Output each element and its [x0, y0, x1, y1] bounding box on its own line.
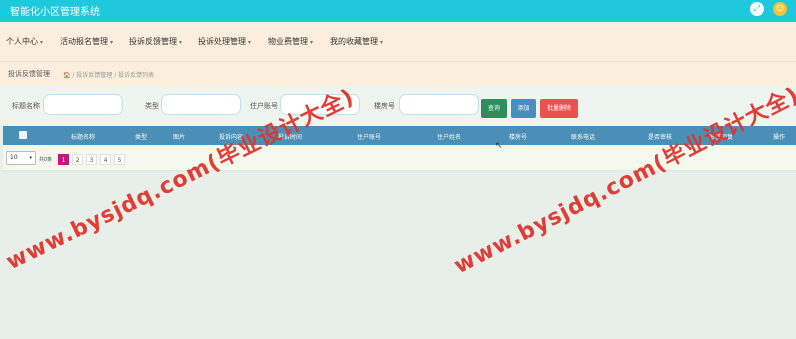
- page-size-value: 10: [10, 154, 18, 161]
- column-header[interactable]: 楼房号: [509, 132, 527, 141]
- title-filter-input[interactable]: [43, 94, 123, 115]
- column-header[interactable]: 住户姓名: [437, 132, 461, 141]
- breadcrumb-path[interactable]: 🏠 / 投诉反馈管理 / 投诉反馈列表: [63, 70, 154, 79]
- building-filter-label: 楼房号: [374, 102, 395, 110]
- nav-item-activity-signup[interactable]: 活动报名管理 ▾: [60, 36, 113, 47]
- column-header: 图片: [172, 134, 186, 141]
- column-header: 操作: [772, 134, 786, 141]
- building-filter-input[interactable]: [399, 94, 479, 115]
- nav-item-complaint-feedback[interactable]: 投诉反馈管理 ▾: [129, 36, 182, 47]
- column-header[interactable]: 联系电话: [571, 132, 595, 141]
- chevron-down-icon: ▾: [40, 39, 44, 46]
- total-count: 共0条: [39, 157, 53, 163]
- nav-item-complaint-handling[interactable]: 投诉处理管理 ▾: [198, 36, 251, 47]
- breadcrumb: 投诉反馈管理 🏠 / 投诉反馈管理 / 投诉反馈列表: [0, 61, 796, 86]
- chevron-down-icon: ▾: [248, 39, 252, 46]
- search-button[interactable]: 查询: [481, 99, 507, 118]
- page-button[interactable]: 1: [58, 154, 69, 165]
- user-avatar-icon[interactable]: ☺: [773, 2, 787, 16]
- nav-item-label: 个人中心: [6, 37, 38, 46]
- nav-item-my-favorites[interactable]: 我的收藏管理 ▾: [330, 36, 383, 47]
- fullscreen-icon[interactable]: ⤢: [750, 2, 764, 16]
- type-filter-label: 类型: [145, 102, 159, 110]
- nav-item-label: 物业费管理: [268, 37, 308, 46]
- column-header[interactable]: 类型: [135, 132, 147, 141]
- nav-item-label: 投诉处理管理: [198, 37, 246, 46]
- chevron-down-icon: ▾: [179, 39, 183, 46]
- mouse-cursor-icon: ↖: [495, 141, 503, 151]
- page-button[interactable]: 4: [100, 154, 111, 165]
- search-filters: 标题名称 类型 住户账号 楼房号 查询 添加 批量删除: [0, 86, 796, 126]
- title-filter-label: 标题名称: [12, 102, 40, 110]
- select-all-checkbox[interactable]: [19, 131, 27, 139]
- batch-delete-button[interactable]: 批量删除: [540, 99, 578, 118]
- main-nav: 个人中心 ▾ 活动报名管理 ▾ 投诉反馈管理 ▾ 投诉处理管理 ▾ 物业费管理 ▾ 我的收…: [0, 22, 796, 61]
- app-title: 智能化小区管理系统: [10, 7, 100, 18]
- nav-item-label: 活动报名管理: [60, 37, 108, 46]
- page-button[interactable]: 3: [86, 154, 97, 165]
- chevron-down-icon: ▾: [310, 39, 314, 46]
- chevron-down-icon: ▾: [380, 39, 384, 46]
- top-bar: 智能化小区管理系统 ⤢ ☺: [0, 0, 796, 22]
- nav-item-personal-center[interactable]: 个人中心 ▾: [6, 36, 43, 47]
- page-size-select[interactable]: 10 ▾: [6, 151, 36, 165]
- page-button[interactable]: 2: [72, 154, 83, 165]
- chevron-down-icon: ▾: [110, 39, 114, 46]
- nav-item-property-fee[interactable]: 物业费管理 ▾: [268, 36, 313, 47]
- add-button[interactable]: 添加: [511, 99, 536, 118]
- chevron-down-icon: ▾: [29, 155, 32, 161]
- page-button[interactable]: 5: [114, 154, 125, 165]
- type-filter-input[interactable]: [161, 94, 241, 115]
- column-header[interactable]: 住户账号: [357, 132, 381, 141]
- page-title: 投诉反馈管理: [8, 70, 50, 78]
- nav-item-label: 投诉反馈管理: [129, 37, 177, 46]
- column-header[interactable]: 标题名称: [71, 132, 95, 141]
- account-filter-label: 住户账号: [250, 102, 278, 110]
- nav-item-label: 我的收藏管理: [330, 37, 378, 46]
